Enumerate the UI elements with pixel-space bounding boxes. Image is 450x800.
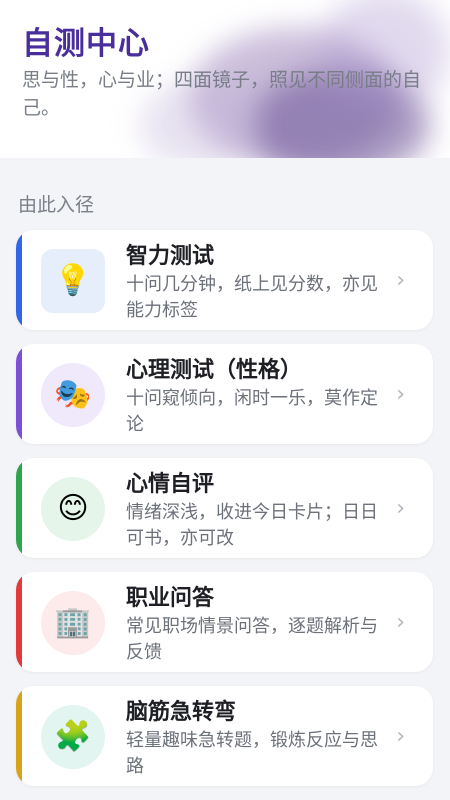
card-title: 职业问答: [126, 586, 215, 611]
page-subtitle: 思与性，心与业；四面镜子，照见不同侧面的自己。: [22, 69, 422, 119]
card-accent-bar: [16, 344, 22, 444]
section-label: 由此入径: [18, 194, 95, 216]
page-title: 自测中心: [22, 26, 150, 62]
chevron-right-icon: ›: [396, 610, 405, 635]
office-building-icon: 🏢: [41, 591, 105, 655]
chevron-right-icon: ›: [396, 724, 405, 749]
card-accent-bar: [16, 572, 22, 672]
header-banner: 自测中心 思与性，心与业；四面镜子，照见不同侧面的自己。: [0, 0, 450, 158]
card-description: 情绪深浅，收进今日卡片；日日可书，亦可改: [126, 502, 378, 549]
chevron-right-icon: ›: [396, 382, 405, 407]
chevron-right-icon: ›: [396, 496, 405, 521]
card-title: 心情自评: [126, 472, 215, 497]
card-accent-bar: [16, 686, 22, 786]
theater-masks-icon: 🎭: [41, 363, 105, 427]
smiley-face-icon: 😊: [41, 477, 105, 541]
self-test-center-page: 自测中心 思与性，心与业；四面镜子，照见不同侧面的自己。 由此入径 💡 智力测试…: [0, 0, 450, 800]
card-accent-bar: [16, 230, 22, 330]
card-brain-teaser[interactable]: 🧩 脑筋急转弯 轻量趣味急转题，锻炼反应与思路 ›: [16, 686, 433, 786]
card-title: 智力测试: [126, 244, 215, 269]
card-intelligence-test[interactable]: 💡 智力测试 十问几分钟，纸上见分数，亦见能力标签 ›: [16, 230, 433, 330]
card-description: 常见职场情景问答，逐题解析与反馈: [126, 616, 378, 663]
card-mood-assessment[interactable]: 😊 心情自评 情绪深浅，收进今日卡片；日日可书，亦可改 ›: [16, 458, 433, 558]
lightbulb-icon: 💡: [41, 249, 105, 313]
card-personality-test[interactable]: 🎭 心理测试（性格） 十问窥倾向，闲时一乐，莫作定论 ›: [16, 344, 433, 444]
card-description: 轻量趣味急转题，锻炼反应与思路: [126, 730, 378, 777]
card-description: 十问几分钟，纸上见分数，亦见能力标签: [126, 274, 378, 321]
card-description: 十问窥倾向，闲时一乐，莫作定论: [126, 388, 378, 435]
chevron-right-icon: ›: [396, 268, 405, 293]
card-title: 心理测试（性格）: [126, 358, 303, 383]
card-career-qa[interactable]: 🏢 职业问答 常见职场情景问答，逐题解析与反馈 ›: [16, 572, 433, 672]
puzzle-piece-icon: 🧩: [41, 705, 105, 769]
card-title: 脑筋急转弯: [126, 700, 237, 725]
card-accent-bar: [16, 458, 22, 558]
